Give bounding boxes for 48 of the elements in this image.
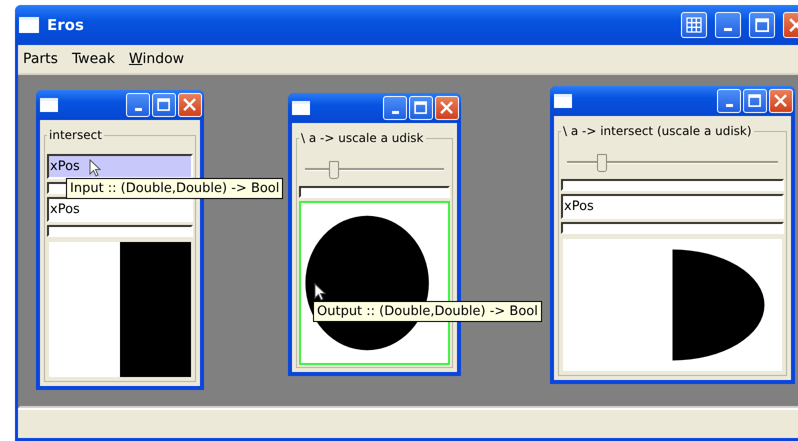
window-icon <box>40 98 58 112</box>
maximize-icon <box>414 101 428 115</box>
maximize-button[interactable] <box>749 12 775 38</box>
menu-item[interactable]: Window <box>128 51 184 67</box>
text-field[interactable]: xPos <box>561 194 784 219</box>
text-field[interactable] <box>561 179 784 191</box>
menu-item[interactable]: Tweak <box>72 51 115 67</box>
window-title: Eros <box>47 16 85 34</box>
slider-thumb[interactable] <box>328 161 339 179</box>
close-button[interactable] <box>435 96 459 120</box>
group-label: intersect <box>48 128 103 142</box>
cursor-icon <box>314 283 326 301</box>
minimize-icon <box>724 28 732 31</box>
window-icon <box>19 17 39 33</box>
text-field[interactable] <box>47 225 193 237</box>
maximize-button[interactable] <box>152 93 176 117</box>
close-icon <box>183 98 197 112</box>
text-field[interactable]: xPos <box>47 197 193 222</box>
minimize-button[interactable] <box>715 12 741 38</box>
text-field[interactable] <box>299 186 450 198</box>
close-icon <box>440 101 454 115</box>
maximize-button[interactable] <box>409 96 433 120</box>
minimize-button[interactable] <box>126 93 150 117</box>
tile-button[interactable] <box>681 12 707 38</box>
group-label: \ a -> uscale a udisk <box>300 131 424 145</box>
menu-item[interactable]: Parts <box>23 51 58 67</box>
minimize-button[interactable] <box>383 96 407 120</box>
maximize-icon <box>748 94 762 108</box>
maximize-icon <box>754 18 770 32</box>
maximize-button[interactable] <box>743 89 767 113</box>
minimize-icon <box>726 104 732 107</box>
tooltip: Output :: (Double,Double) -> Bool <box>313 301 542 322</box>
minimize-button[interactable] <box>717 89 741 113</box>
close-button[interactable] <box>178 93 202 117</box>
window-icon <box>554 94 572 108</box>
close-icon <box>774 94 788 108</box>
text-field[interactable]: xPos <box>47 154 193 179</box>
cursor-icon <box>89 159 101 177</box>
minimize-icon <box>392 111 398 114</box>
minimize-icon <box>134 108 142 111</box>
text-field[interactable] <box>561 222 784 234</box>
group-label: \ a -> intersect (uscale a udisk) <box>562 124 753 138</box>
grid-icon <box>686 17 702 33</box>
tooltip: Input :: (Double,Double) -> Bool <box>66 178 284 199</box>
close-button[interactable] <box>769 89 793 113</box>
window-icon <box>292 100 310 116</box>
maximize-icon <box>157 98 171 112</box>
slider-thumb[interactable] <box>596 154 607 172</box>
